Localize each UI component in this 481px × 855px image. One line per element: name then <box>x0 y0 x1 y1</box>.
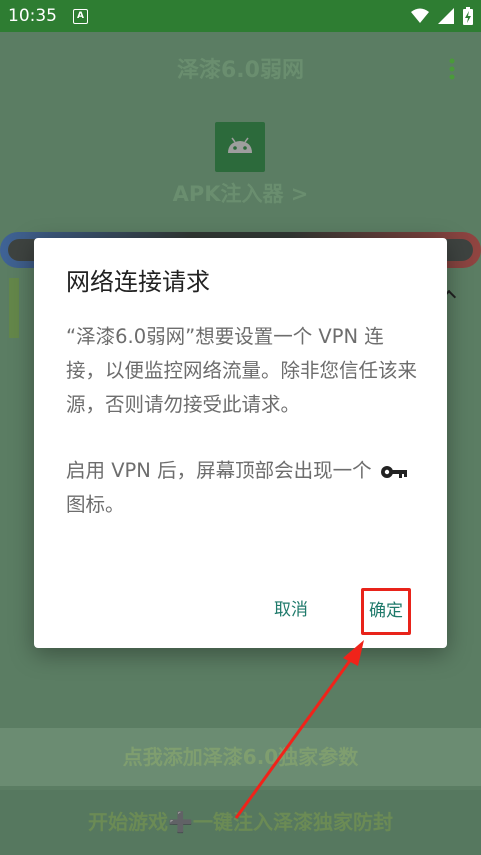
wifi-icon <box>411 8 429 23</box>
start-game-label: 开始游戏 <box>88 810 169 834</box>
inject-label: 一键注入泽漆独家防封 <box>192 810 393 834</box>
apk-injector-link[interactable]: APK注入器 > <box>0 178 481 208</box>
notification-icon: A <box>73 9 88 24</box>
confirm-button[interactable]: 确定 <box>361 588 411 635</box>
status-bar: 10:35 A <box>0 0 481 32</box>
dialog-message: “泽漆6.0弱网”想要设置一个 VPN 连接，以便监控网络流量。除非您信任该来源… <box>66 325 418 416</box>
dialog-title: 网络连接请求 <box>66 268 210 296</box>
overflow-menu-icon[interactable] <box>448 58 456 80</box>
battery-charging-icon <box>463 7 473 25</box>
add-params-button[interactable]: 点我添加泽漆6.0独家参数 <box>0 728 481 786</box>
dialog-note: 启用 VPN 后，屏幕顶部会出现一个 图标。 <box>66 454 421 522</box>
plus-icon: ➕ <box>168 810 193 834</box>
dialog-body: “泽漆6.0弱网”想要设置一个 VPN 连接，以便监控网络流量。除非您信任该来源… <box>66 320 421 522</box>
dialog-note-prefix: 启用 VPN 后，屏幕顶部会出现一个 <box>66 459 372 482</box>
start-game-button[interactable]: 开始游戏➕一键注入泽漆独家防封 <box>0 790 481 855</box>
android-icon[interactable] <box>215 122 265 172</box>
signal-icon <box>438 8 454 24</box>
side-indicator <box>9 278 19 338</box>
cancel-button[interactable]: 取消 <box>274 595 308 620</box>
vpn-key-icon <box>380 465 407 478</box>
status-icons <box>411 7 473 25</box>
dialog-note-suffix: 图标。 <box>66 493 125 516</box>
app-title: 泽漆6.0弱网 <box>177 58 304 83</box>
vpn-request-dialog: 网络连接请求 “泽漆6.0弱网”想要设置一个 VPN 连接，以便监控网络流量。除… <box>34 238 447 648</box>
status-time: 10:35 <box>8 6 57 26</box>
